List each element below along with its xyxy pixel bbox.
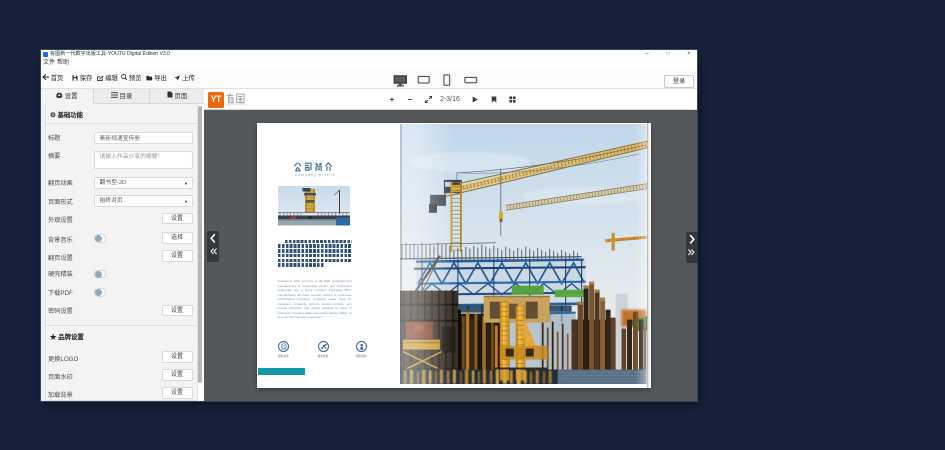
svg-text:20: 20 [282, 344, 286, 348]
